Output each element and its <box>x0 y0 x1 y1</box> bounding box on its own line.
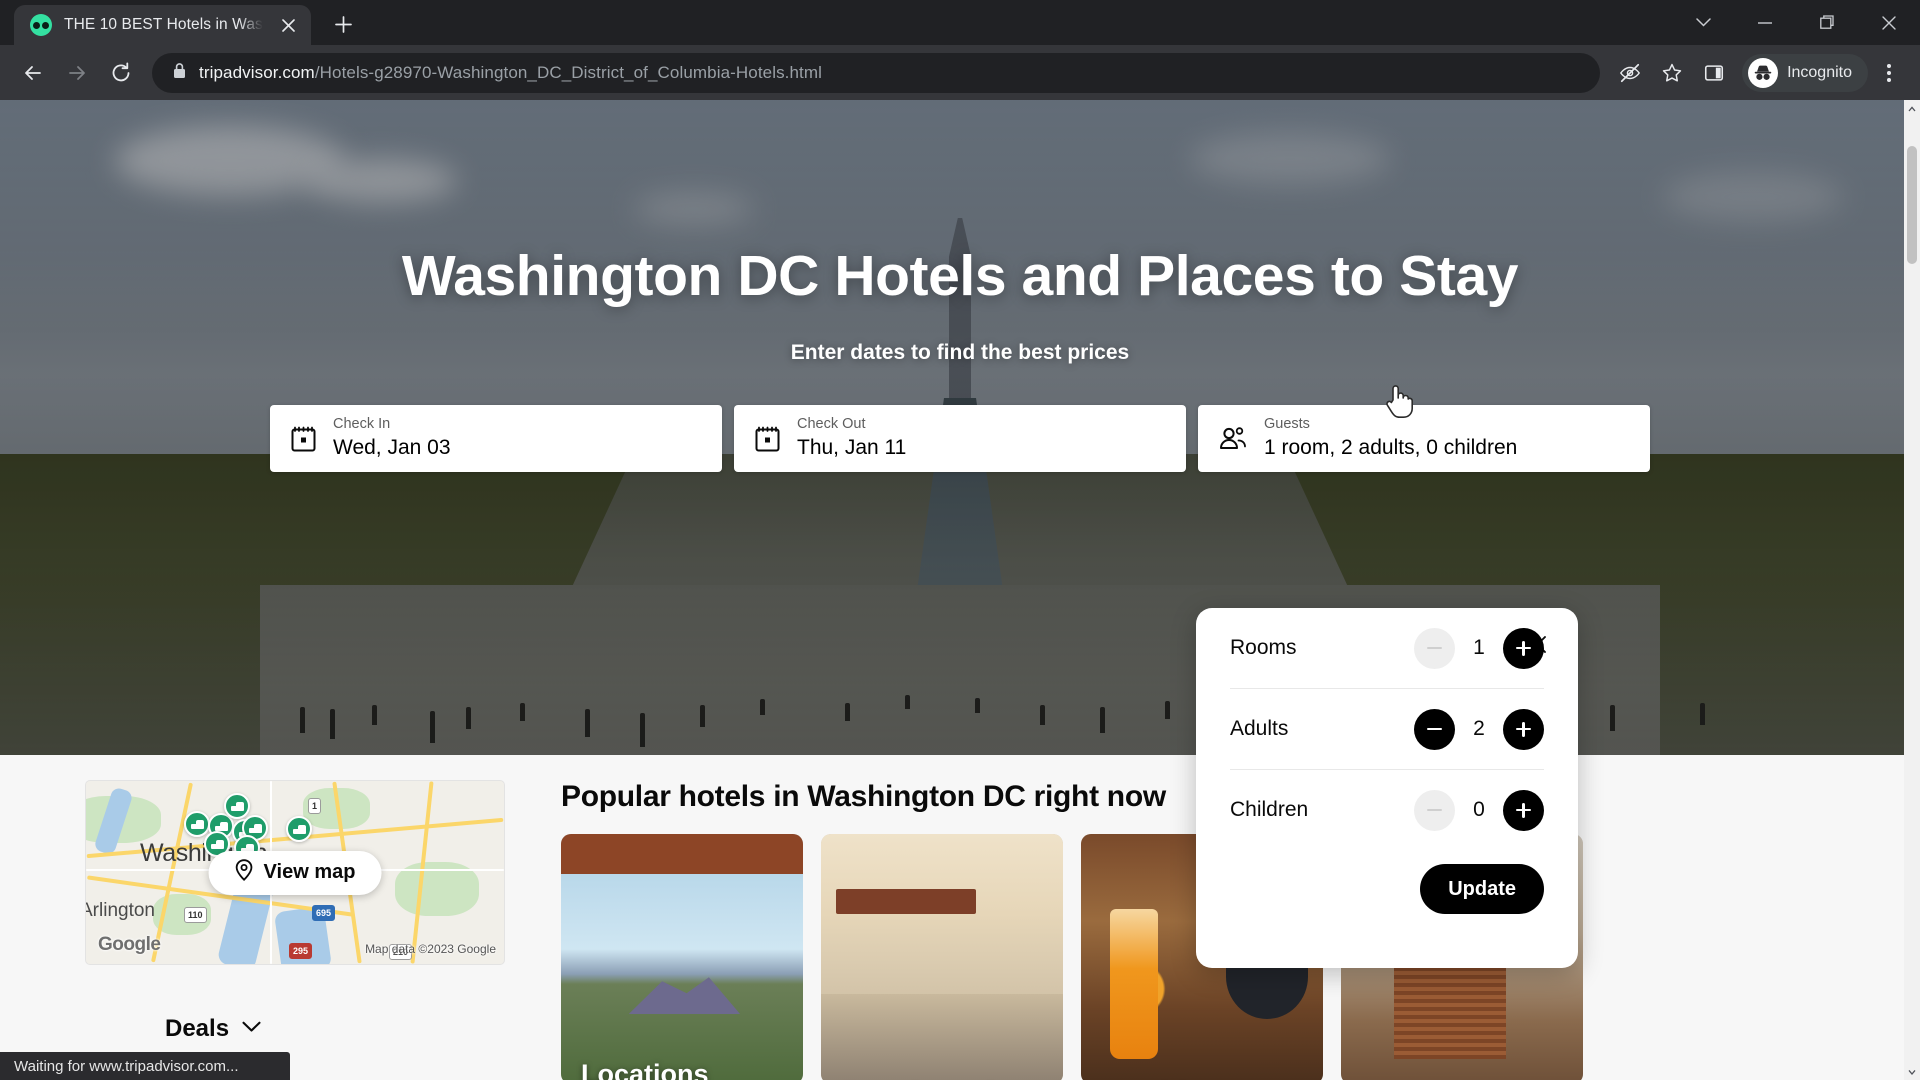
rooms-decrement-button[interactable] <box>1414 627 1455 669</box>
map-hotel-pin[interactable] <box>286 816 312 842</box>
checkin-value: Wed, Jan 03 <box>333 435 451 459</box>
view-map-button[interactable]: View map <box>208 850 382 895</box>
adults-label: Adults <box>1230 717 1289 740</box>
page-viewport: Washington DC Hotels and Places to Stay … <box>0 100 1920 1080</box>
map-city-label-2: Arlington <box>85 900 155 921</box>
status-bar: Waiting for www.tripadvisor.com... <box>0 1052 290 1080</box>
hero-subtitle: Enter dates to find the best prices <box>790 341 1130 364</box>
adults-increment-button[interactable] <box>1503 708 1544 750</box>
reload-button[interactable] <box>100 52 142 94</box>
card-photo <box>561 834 803 1080</box>
guests-icon <box>1218 426 1248 452</box>
calendar-icon <box>754 425 781 453</box>
chevron-down-icon <box>242 1020 261 1038</box>
incognito-indicator[interactable]: Incognito <box>1742 53 1868 92</box>
children-increment-button[interactable] <box>1503 789 1544 831</box>
browser-tab[interactable]: THE 10 BEST Hotels in Washingt <box>14 5 311 45</box>
maximize-icon[interactable] <box>1796 0 1858 45</box>
browser-window: THE 10 BEST Hotels in Washingt <box>0 0 1920 1080</box>
map-column: Washington Arlington 1 110 695 295 210 V… <box>85 780 505 1080</box>
popular-card[interactable]: Traveler rating: Very good <box>821 834 1063 1080</box>
checkout-value: Thu, Jan 11 <box>797 435 907 459</box>
google-watermark: Google <box>98 934 161 955</box>
checkout-label: Check Out <box>797 415 866 432</box>
calendar-icon <box>290 425 317 453</box>
hero-section: Washington DC Hotels and Places to Stay … <box>0 100 1920 755</box>
children-stepper: 0 <box>1414 789 1544 831</box>
children-count: 0 <box>1473 798 1485 821</box>
deals-label: Deals <box>165 1015 230 1042</box>
checkin-label: Check In <box>333 415 391 432</box>
tab-strip: THE 10 BEST Hotels in Washingt <box>0 0 1920 45</box>
popular-card[interactable]: Locations <box>561 834 803 1080</box>
map-route-shield: 695 <box>312 905 336 921</box>
back-button[interactable] <box>12 52 54 94</box>
adults-row: Adults 2 <box>1230 689 1544 769</box>
checkin-field[interactable]: Check In Wed, Jan 03 <box>270 405 722 472</box>
bookmark-star-icon[interactable] <box>1652 53 1692 93</box>
address-bar-url: tripadvisor.com/Hotels-g28970-Washington… <box>199 63 1586 83</box>
map-hotel-pin[interactable] <box>184 811 210 837</box>
map-route-shield: 1 <box>308 798 322 814</box>
incognito-label: Incognito <box>1787 63 1852 81</box>
close-icon[interactable] <box>1858 0 1920 45</box>
browser-toolbar: tripadvisor.com/Hotels-g28970-Washington… <box>0 45 1920 100</box>
map-route-shield: 110 <box>184 907 207 923</box>
tab-close-icon[interactable] <box>275 12 301 38</box>
page-title: Washington DC Hotels and Places to Stay <box>401 244 1519 308</box>
children-decrement-button[interactable] <box>1414 789 1455 831</box>
scrollbar-thumb[interactable] <box>1907 146 1917 264</box>
rooms-label: Rooms <box>1230 636 1297 659</box>
url-domain: tripadvisor.com <box>199 62 315 82</box>
rooms-row: Rooms 1 <box>1230 608 1544 688</box>
map-card[interactable]: Washington Arlington 1 110 695 295 210 V… <box>85 780 505 965</box>
update-button[interactable]: Update <box>1420 864 1544 914</box>
incognito-icon <box>1748 57 1779 88</box>
side-panel-icon[interactable] <box>1694 53 1734 93</box>
map-route-shield: 295 <box>289 943 313 959</box>
guests-field[interactable]: Guests 1 room, 2 adults, 0 children <box>1198 385 1650 472</box>
rooms-increment-button[interactable] <box>1503 627 1544 669</box>
adults-stepper: 2 <box>1414 708 1544 750</box>
new-tab-button[interactable] <box>325 6 361 42</box>
tripadvisor-owl-icon <box>30 14 52 36</box>
mouse-cursor <box>1383 382 1414 420</box>
address-bar[interactable]: tripadvisor.com/Hotels-g28970-Washington… <box>152 52 1601 93</box>
minimize-icon[interactable] <box>1734 0 1796 45</box>
map-attribution: Map data ©2023 Google <box>365 942 496 956</box>
lock-icon <box>172 62 187 84</box>
search-bar: Check In Wed, Jan 03 Check Out Thu, Jan … <box>270 385 1650 472</box>
rooms-count: 1 <box>1473 636 1485 659</box>
page-scrollbar[interactable] <box>1904 100 1920 1080</box>
adults-decrement-button[interactable] <box>1414 708 1455 750</box>
children-row: Children 0 <box>1230 770 1544 850</box>
card-photo <box>821 834 1063 1080</box>
map-pin-icon <box>235 858 254 887</box>
rooms-stepper: 1 <box>1414 627 1544 669</box>
url-path: /Hotels-g28970-Washington_DC_District_of… <box>314 62 823 82</box>
tab-search-chevron-icon[interactable] <box>1672 0 1734 45</box>
view-map-label: View map <box>263 861 356 883</box>
checkout-field[interactable]: Check Out Thu, Jan 11 <box>734 405 1186 472</box>
card-caption: Locations <box>581 1058 709 1080</box>
page-content: Washington Arlington 1 110 695 295 210 V… <box>0 755 1920 1080</box>
tab-title: THE 10 BEST Hotels in Washingt <box>64 16 263 33</box>
forward-button[interactable] <box>56 52 98 94</box>
third-party-cookie-blocked-icon[interactable] <box>1610 53 1650 93</box>
chrome-menu-icon[interactable] <box>1870 63 1908 82</box>
guests-popup: Rooms 1 Adults 2 Children 0 Update <box>1196 608 1578 968</box>
adults-count: 2 <box>1473 717 1485 740</box>
window-controls <box>1672 0 1920 45</box>
scroll-down-icon[interactable] <box>1904 1063 1920 1080</box>
deals-filter[interactable]: Deals <box>85 1015 505 1043</box>
map-hotel-pin[interactable] <box>224 793 250 819</box>
scroll-up-icon[interactable] <box>1904 100 1920 117</box>
children-label: Children <box>1230 798 1309 821</box>
guests-value: 1 room, 2 adults, 0 children <box>1264 435 1518 459</box>
